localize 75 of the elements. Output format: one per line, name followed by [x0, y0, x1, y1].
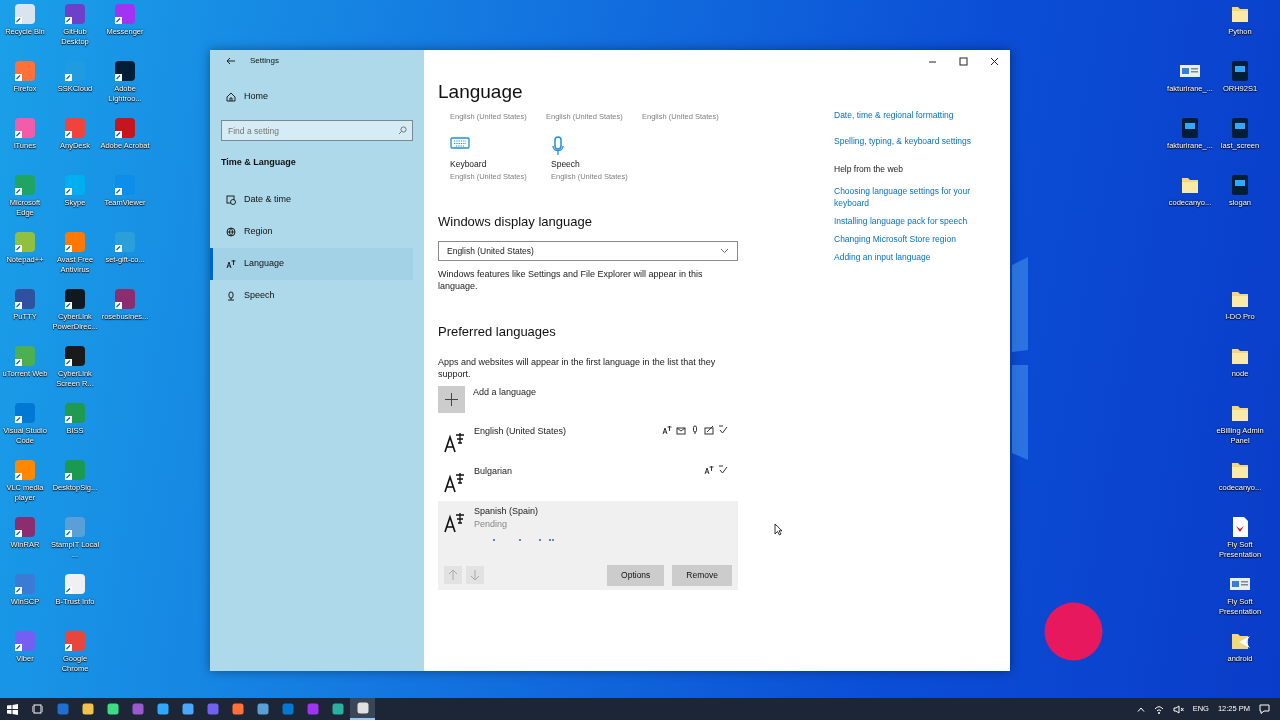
home-icon	[226, 92, 236, 102]
cursor-icon	[774, 523, 783, 536]
app-icon[interactable]	[64, 288, 86, 310]
app-icon[interactable]	[81, 703, 94, 715]
start-icon[interactable]	[7, 703, 18, 715]
volume-muted-icon[interactable]	[1172, 704, 1184, 714]
app-icon[interactable]	[356, 702, 369, 714]
record-indicator	[1044, 602, 1103, 661]
home-link[interactable]: Home	[244, 90, 268, 104]
section-heading: Windows display language	[438, 212, 593, 231]
search-icon	[398, 126, 407, 135]
help-link[interactable]: Adding an input language	[834, 250, 994, 263]
language-dropdown[interactable]: English (United States)	[438, 241, 738, 262]
keyboard-icon[interactable]	[450, 135, 470, 150]
chevron-down-icon	[720, 248, 729, 255]
close-icon[interactable]	[990, 56, 999, 66]
microphone-icon[interactable]	[551, 135, 565, 156]
tile-title[interactable]: Speech	[551, 157, 652, 171]
description-text: Apps and websites will appear in the first language in the list that they support.	[438, 355, 717, 380]
psd-file-icon[interactable]	[1179, 117, 1201, 139]
nav-item[interactable]: Region	[210, 215, 413, 248]
section-heading: Preferred languages	[438, 323, 557, 342]
action-button[interactable]: Options	[607, 564, 665, 586]
app-icon[interactable]	[106, 703, 119, 715]
back-icon[interactable]	[226, 57, 236, 65]
app-icon[interactable]	[14, 288, 36, 310]
help-link[interactable]: Installing language pack for speech	[834, 214, 994, 227]
globe-icon	[226, 226, 236, 237]
maximize-icon[interactable]	[959, 56, 968, 66]
psd-file-icon[interactable]	[1229, 174, 1251, 196]
nav-item[interactable]: Speech	[210, 279, 413, 312]
nav-item[interactable]: Date & time	[210, 183, 413, 216]
help-heading: Help from the web	[834, 163, 904, 176]
network-icon[interactable]	[1153, 704, 1164, 714]
page-title: Language	[438, 80, 524, 104]
app-icon[interactable]	[114, 117, 136, 139]
task-view-icon[interactable]	[32, 704, 43, 714]
app-icon[interactable]	[14, 516, 36, 538]
search-field[interactable]: Find a setting	[221, 120, 413, 141]
language-icon	[226, 258, 236, 269]
app-icon[interactable]	[64, 345, 86, 367]
window-title: Settings	[250, 55, 279, 67]
calendar-clock-icon	[226, 194, 236, 205]
preferred-language-row[interactable]: Bulgarian	[438, 460, 738, 501]
chevron-up-icon[interactable]	[1136, 706, 1145, 712]
add-language-link[interactable]: Add a language	[473, 385, 537, 413]
language-name: Bulgarian	[474, 464, 513, 478]
status-text: Pending	[474, 518, 509, 532]
description-text: Windows features like Settings and File Explorer will appear in this language.	[438, 268, 704, 293]
app-icon[interactable]	[114, 60, 136, 82]
help-link[interactable]: Choosing language settings for your keyboard	[834, 184, 994, 209]
language-name: Spanish (Spain)	[474, 504, 540, 518]
app-icon[interactable]	[114, 288, 136, 310]
microphone-icon	[226, 290, 236, 301]
preferred-language-row[interactable]: English (United States)	[438, 420, 738, 461]
nav-item[interactable]: Language	[210, 247, 413, 280]
language-name: English (United States)	[474, 424, 567, 438]
psd-file-icon[interactable]	[1229, 117, 1251, 139]
section-heading: Time & Language	[221, 156, 297, 169]
language-icon	[444, 430, 466, 453]
notification-icon[interactable]	[1259, 704, 1270, 714]
app-icon[interactable]	[331, 703, 344, 715]
tile-title[interactable]: Keyboard	[450, 157, 551, 171]
settings-link[interactable]: Spelling, typing, & keyboard settings	[834, 135, 994, 147]
app-icon[interactable]	[156, 703, 169, 715]
psd-file-icon[interactable]	[1229, 60, 1251, 82]
language-icon	[444, 470, 466, 493]
preferred-language-row[interactable]: Spanish (Spain) Pending Options Remove	[438, 500, 738, 590]
settings-link[interactable]: Date, time & regional formatting	[834, 109, 994, 121]
add-language-button[interactable]	[438, 385, 465, 413]
language-icon	[444, 510, 466, 533]
action-button[interactable]: Remove	[672, 564, 732, 586]
app-icon[interactable]	[64, 3, 86, 25]
help-link[interactable]: Changing Microsoft Store region	[834, 232, 994, 245]
app-icon[interactable]	[181, 703, 194, 715]
